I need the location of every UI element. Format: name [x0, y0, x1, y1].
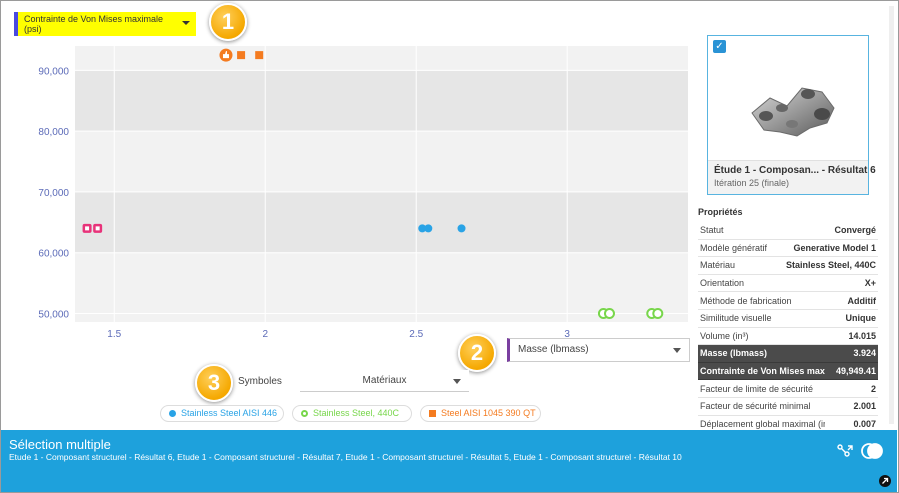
- panel-scrollbar[interactable]: [889, 6, 894, 424]
- y-axis-selector[interactable]: Contrainte de Von Mises maximale (psi): [14, 12, 196, 36]
- property-key: Modèle génératif: [700, 242, 768, 253]
- x-axis-selector-label: Masse (lbmass): [518, 344, 589, 355]
- x-tick-label: 2.5: [409, 329, 423, 340]
- property-row[interactable]: Contrainte de Von Mises maxima... 49,949.…: [698, 362, 878, 381]
- selection-title: Sélection multiple: [9, 437, 111, 452]
- compare-results-icon[interactable]: [835, 442, 855, 460]
- property-key: Statut: [700, 225, 724, 236]
- property-row[interactable]: Matériau Stainless Steel, 440C: [698, 257, 878, 275]
- y-tick-label: 90,000: [38, 66, 69, 77]
- square-icon: [429, 410, 436, 417]
- ring-icon: [301, 410, 308, 417]
- property-key: Facteur de sécurité minimal: [700, 401, 811, 412]
- property-row[interactable]: Méthode de fabrication Additif: [698, 292, 878, 310]
- chevron-down-icon: [453, 379, 461, 384]
- plot-band: [75, 191, 688, 253]
- property-key: Contrainte de Von Mises maxima...: [700, 366, 825, 377]
- data-point-pink[interactable]: [93, 223, 103, 233]
- property-value: 14.015: [848, 330, 876, 341]
- result-card-title: Étude 1 - Composan... - Résultat 6: [714, 165, 876, 176]
- symbols-select[interactable]: Matériaux: [300, 370, 469, 392]
- callout-3: 3: [195, 364, 233, 402]
- property-row[interactable]: Statut Convergé: [698, 222, 878, 240]
- property-value: 2.001: [853, 401, 876, 412]
- result-card-footer: Étude 1 - Composan... - Résultat 6 Itéra…: [708, 160, 876, 194]
- data-point-pink[interactable]: [82, 223, 92, 233]
- property-value: Unique: [845, 313, 877, 324]
- overlay-toggle-icon[interactable]: [861, 441, 883, 461]
- legend-label: Stainless Steel, 440C: [313, 408, 400, 418]
- property-value: 49,949.41: [835, 366, 876, 377]
- data-point-aisi-1045[interactable]: [255, 51, 264, 60]
- legend-label: Stainless Steel AISI 446: [181, 408, 278, 418]
- property-value: Stainless Steel, 440C: [785, 260, 876, 271]
- chevron-down-icon: [182, 21, 190, 25]
- x-tick-label: 1.5: [107, 329, 121, 340]
- selection-list: Etude 1 - Composant structurel - Résulta…: [9, 452, 682, 462]
- chevron-down-icon: [673, 348, 681, 353]
- badge-inner: [85, 226, 90, 231]
- y-tick-label: 80,000: [38, 127, 69, 138]
- data-point-440c[interactable]: [652, 307, 664, 319]
- data-point-aisi-446[interactable]: [424, 224, 433, 233]
- symbols-select-value: Matériaux: [362, 375, 407, 386]
- legend-label: Steel AISI 1045 390 QT: [441, 408, 536, 418]
- corner-navigate-icon[interactable]: [878, 474, 892, 488]
- property-row[interactable]: Volume (in³) 14.015: [698, 328, 878, 346]
- legend-item-aisi-1045[interactable]: Steel AISI 1045 390 QT: [420, 405, 541, 422]
- property-key: Volume (in³): [700, 330, 749, 341]
- property-key: Similitude visuelle: [700, 313, 772, 324]
- y-tick-label: 50,000: [38, 309, 69, 320]
- part-thumbnail: [751, 87, 835, 137]
- checkbox-checked-icon[interactable]: ✓: [713, 40, 726, 53]
- property-value: Additif: [847, 295, 877, 306]
- property-value: 2: [870, 383, 876, 394]
- property-value: Convergé: [834, 225, 876, 236]
- property-key: Matériau: [700, 260, 736, 271]
- symbols-label: Symboles: [238, 376, 282, 387]
- plot-band: [75, 46, 688, 71]
- result-card-subtitle: Itération 25 (finale): [714, 178, 790, 188]
- y-tick-label: 70,000: [38, 188, 69, 199]
- x-tick-label: 2: [262, 329, 268, 340]
- scatter-chart: 50,00060,00070,00080,00090,000 1.5 2 2.5 3: [38, 46, 688, 340]
- callout-2: 2: [458, 334, 496, 372]
- x-axis-selector[interactable]: Masse (lbmass): [507, 338, 690, 362]
- filled-circle-icon: [169, 410, 176, 417]
- properties-table: Statut Convergé Modèle génératif Generative…: [698, 222, 878, 434]
- property-row[interactable]: Facteur de sécurité minimal 2.001: [698, 398, 878, 416]
- property-value: 3.924: [853, 348, 876, 359]
- plot-band: [75, 70, 688, 132]
- data-point-liked[interactable]: [219, 48, 233, 62]
- data-point-aisi-1045[interactable]: [237, 51, 246, 60]
- property-row[interactable]: Facteur de limite de sécurité 2: [698, 380, 878, 398]
- property-value: X+: [864, 278, 876, 289]
- y-tick-label: 60,000: [38, 249, 69, 260]
- property-row[interactable]: Masse (lbmass) 3.924: [698, 345, 878, 363]
- callout-1: 1: [209, 3, 247, 41]
- property-row[interactable]: Similitude visuelle Unique: [698, 310, 878, 328]
- properties-title: Propriétés: [698, 207, 743, 217]
- property-row[interactable]: Orientation X+: [698, 275, 878, 293]
- property-key: Orientation: [700, 278, 745, 289]
- selection-bar: Sélection multiple Etude 1 - Composant s…: [1, 430, 897, 492]
- property-key: Déplacement global maximal (in): [700, 418, 825, 429]
- data-point-aisi-446[interactable]: [457, 224, 466, 233]
- y-axis-selector-label: Contrainte de Von Mises maximale (psi): [24, 14, 164, 34]
- legend-item-440c[interactable]: Stainless Steel, 440C: [292, 405, 412, 422]
- property-key: Masse (lbmass): [700, 348, 768, 359]
- property-value: Generative Model 1: [793, 242, 876, 253]
- property-key: Méthode de fabrication: [700, 295, 792, 306]
- property-row[interactable]: Modèle génératif Generative Model 1: [698, 240, 878, 258]
- property-value: 0.007: [853, 418, 876, 429]
- badge-inner: [95, 226, 100, 231]
- property-key: Facteur de limite de sécurité: [700, 383, 814, 394]
- data-point-440c[interactable]: [603, 307, 615, 319]
- result-card[interactable]: ✓ Étude 1 - Composan... - Résultat 6 Ité…: [707, 35, 876, 195]
- legend-item-aisi-446[interactable]: Stainless Steel AISI 446: [160, 405, 284, 422]
